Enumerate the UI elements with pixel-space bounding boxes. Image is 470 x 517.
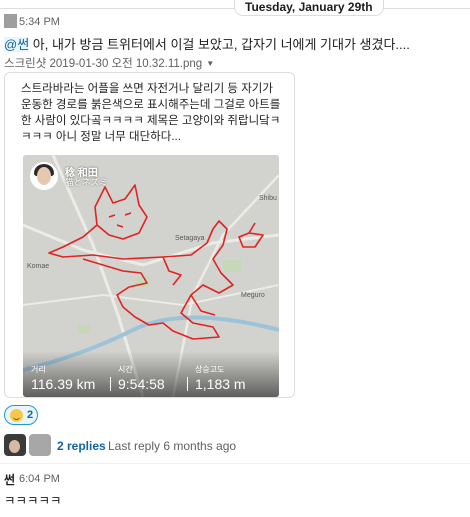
- stat-value-distance: 116.39 km: [31, 376, 96, 392]
- screenshot-text: 스트라바라는 어플을 쓰면 자전거나 달리기 등 자기가 운동한 경로를 붉은색…: [21, 83, 281, 143]
- stat-label-distance: 거리: [31, 365, 46, 374]
- file-attachment-meta[interactable]: 스크린샷 2019-01-30 오전 10.32.11.png ▼: [4, 55, 214, 71]
- thread-last-reply: Last reply 6 months ago: [108, 439, 237, 453]
- reply-avatar[interactable]: [29, 434, 51, 456]
- user-mention[interactable]: @썬: [4, 37, 30, 52]
- grinning-face-icon: [10, 409, 23, 422]
- stat-label-time: 시간: [118, 365, 133, 374]
- thread-replies-link[interactable]: 2 replies: [57, 439, 106, 453]
- file-name[interactable]: 스크린샷 2019-01-30 오전 10.32.11.png: [4, 58, 202, 70]
- athlete-avatar: [30, 162, 58, 190]
- stat-separator: [110, 377, 111, 391]
- message-timestamp[interactable]: 5:34 PM: [19, 16, 60, 28]
- map-label-shibuya: Shibu: [259, 195, 277, 202]
- reply-avatar[interactable]: [4, 434, 26, 456]
- activity-title: 猫とネズミ: [65, 177, 108, 187]
- message-body: ㅋㅋㅋㅋㅋ: [4, 494, 62, 508]
- sender-avatar[interactable]: [4, 14, 17, 28]
- strava-route-map: 稔 和田 猫とネズミ Shibu Setagaya Komae Meguro 거…: [23, 155, 279, 397]
- message-text: @썬 아, 내가 방금 트위터에서 이걸 보았고, 갑자기 너에게 기대가 생겼…: [4, 34, 410, 53]
- map-label-setagaya: Setagaya: [175, 235, 205, 242]
- route-line: [48, 184, 264, 340]
- map-label-komae: Komae: [27, 263, 50, 270]
- stat-value-elevation: 1,183 m: [195, 376, 246, 392]
- message-body: 아, 내가 방금 트위터에서 이걸 보았고, 갑자기 너에게 기대가 생겼다..…: [29, 37, 410, 52]
- emoji-reaction-button[interactable]: 2: [4, 405, 38, 425]
- reaction-count: 2: [27, 409, 34, 421]
- stat-separator: [187, 377, 188, 391]
- image-attachment[interactable]: 스트라바라는 어플을 쓰면 자전거나 달리기 등 자기가 운동한 경로를 붉은색…: [4, 72, 295, 398]
- message-author[interactable]: 썬: [4, 471, 15, 488]
- stat-value-time: 9:54:58: [118, 376, 165, 392]
- map-label-meguro: Meguro: [241, 292, 265, 299]
- date-divider-label[interactable]: Tuesday, January 29th: [234, 0, 384, 16]
- chevron-down-icon[interactable]: ▼: [206, 59, 214, 68]
- stat-label-elevation: 상승고도: [195, 365, 225, 374]
- message-timestamp[interactable]: 6:04 PM: [19, 473, 60, 485]
- message-divider: [0, 463, 470, 464]
